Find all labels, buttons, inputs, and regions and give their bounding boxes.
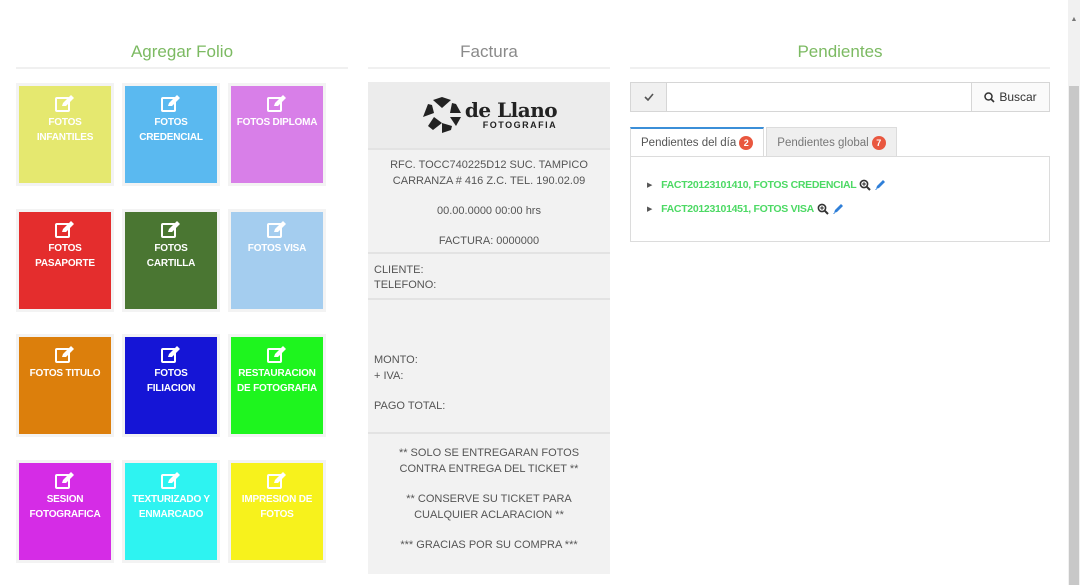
company-logo: de Llano FOTOGRAFIA xyxy=(421,96,558,134)
folio-tile[interactable]: FOTOS DIPLOMA xyxy=(228,83,326,186)
title-divider xyxy=(16,67,348,69)
notice-thanks: *** GRACIAS POR SU COMPRA *** xyxy=(400,539,578,551)
edit-icon xyxy=(161,472,180,489)
tile-label: FOTOS INFANTILES xyxy=(36,117,94,143)
pending-item-link[interactable]: FACT20123101451, FOTOS VISA xyxy=(661,203,814,215)
factura-number: FACTURA: 0000000 xyxy=(438,235,540,247)
folio-tile[interactable]: SESION FOTOGRAFICA xyxy=(16,460,114,563)
tab-label: Pendientes del día xyxy=(641,137,737,149)
folio-tile[interactable]: FOTOS VISA xyxy=(228,209,326,312)
rfc-line-2: CARRANZA # 416 Z.C. TEL. 190.02.09 xyxy=(392,175,586,187)
page-scrollbar[interactable]: ▲ xyxy=(1068,0,1080,585)
cliente-label: CLIENTE: xyxy=(374,264,424,276)
tile-label: FOTOS CREDENCIAL xyxy=(139,117,203,143)
factura-title: Factura xyxy=(460,42,518,61)
receipt-totals-section: MONTO: + IVA: PAGO TOTAL: xyxy=(368,300,610,434)
pencil-icon[interactable] xyxy=(874,179,886,191)
factura-panel: Factura de Llano FOTOGRAFIA RFC. TOCC740… xyxy=(368,0,610,585)
search-bar: Buscar xyxy=(630,82,1050,112)
edit-icon xyxy=(55,472,74,489)
title-divider xyxy=(368,67,610,69)
pending-item: ▶ FACT20123101451, FOTOS VISA xyxy=(647,203,844,215)
zoom-icon[interactable] xyxy=(817,203,829,215)
monto-label: MONTO: xyxy=(374,354,418,366)
tile-label: FOTOS VISA xyxy=(247,243,307,254)
pendientes-tabs: Pendientes del día 2 Pendientes global 7 xyxy=(630,127,1050,157)
edit-icon xyxy=(55,221,74,238)
select-all-checkbox[interactable] xyxy=(631,83,667,111)
tile-label: IMPRESION DE FOTOS xyxy=(241,494,313,520)
check-icon xyxy=(643,93,654,101)
receipt-logo-section: de Llano FOTOGRAFIA xyxy=(368,82,610,150)
receipt-footer-section: ** SOLO SE ENTREGARAN FOTOS CONTRA ENTRE… xyxy=(368,434,610,558)
receipt-client-section: CLIENTE: TELEFONO: xyxy=(368,254,610,300)
pencil-icon[interactable] xyxy=(832,203,844,215)
tile-label: FOTOS FILIACION xyxy=(146,368,196,394)
rfc-line-1: RFC. TOCC740225D12 SUC. TAMPICO xyxy=(390,159,588,171)
search-button[interactable]: Buscar xyxy=(971,83,1049,111)
edit-icon xyxy=(161,221,180,238)
caret-right-icon[interactable]: ▶ xyxy=(647,205,652,213)
agregar-folio-title: Agregar Folio xyxy=(130,42,234,61)
scrollbar-thumb[interactable] xyxy=(1069,86,1079,585)
tab-label: Pendientes global xyxy=(777,136,869,149)
receipt: de Llano FOTOGRAFIA RFC. TOCC740225D12 S… xyxy=(368,82,610,574)
pago-total-label: PAGO TOTAL: xyxy=(374,400,446,412)
count-badge: 7 xyxy=(871,135,886,150)
search-button-label: Buscar xyxy=(999,90,1037,104)
folio-tile[interactable]: RESTAURACION DE FOTOGRAFIA xyxy=(228,334,326,437)
edit-icon xyxy=(267,346,286,363)
edit-icon xyxy=(267,472,286,489)
iva-label: + IVA: xyxy=(374,370,404,382)
edit-icon xyxy=(267,221,286,238)
agregar-folio-panel: Agregar Folio FOTOS INFANTILES FOTOS CRED… xyxy=(16,0,348,585)
tile-label: FOTOS DIPLOMA xyxy=(236,117,318,128)
folio-tile[interactable]: TEXTURIZADO Y ENMARCADO xyxy=(122,460,220,563)
edit-icon xyxy=(267,95,286,112)
edit-icon xyxy=(55,95,74,112)
edit-icon xyxy=(55,346,74,363)
folio-tile[interactable]: FOTOS CARTILLA xyxy=(122,209,220,312)
tab-pendientes-global[interactable]: Pendientes global 7 xyxy=(766,127,897,157)
tile-label: RESTAURACION DE FOTOGRAFIA xyxy=(237,368,317,394)
receipt-info-section: RFC. TOCC740225D12 SUC. TAMPICO CARRANZA… xyxy=(368,150,610,254)
search-input[interactable] xyxy=(667,83,971,111)
aperture-logo-icon xyxy=(422,97,461,133)
edit-icon xyxy=(161,95,180,112)
notice-ticket: ** SOLO SE ENTREGARAN FOTOS CONTRA ENTRE… xyxy=(398,447,580,475)
folio-tile[interactable]: FOTOS INFANTILES xyxy=(16,83,114,186)
tile-label: FOTOS PASAPORTE xyxy=(35,243,95,269)
folio-tile[interactable]: FOTOS PASAPORTE xyxy=(16,209,114,312)
pending-item-link[interactable]: FACT20123101410, FOTOS CREDENCIAL xyxy=(661,179,857,191)
pendientes-title: Pendientes xyxy=(797,42,883,61)
logo-brand-text: de Llano xyxy=(464,98,558,122)
caret-right-icon[interactable]: ▶ xyxy=(647,181,652,189)
edit-icon xyxy=(161,346,180,363)
tile-label: TEXTURIZADO Y ENMARCADO xyxy=(132,494,210,520)
folio-tile[interactable]: FOTOS FILIACION xyxy=(122,334,220,437)
tile-label: SESION FOTOGRAFICA xyxy=(29,494,101,520)
zoom-icon[interactable] xyxy=(859,179,872,191)
pending-item: ▶ FACT20123101410, FOTOS CREDENCIAL xyxy=(647,179,886,191)
pendientes-list: ▶ FACT20123101410, FOTOS CREDENCIAL ▶ FA… xyxy=(630,156,1050,242)
tile-label: FOTOS CARTILLA xyxy=(146,243,196,269)
folio-tile[interactable]: FOTOS CREDENCIAL xyxy=(122,83,220,186)
notice-keep-ticket: ** CONSERVE SU TICKET PARA CUALQUIER ACL… xyxy=(406,493,572,521)
telefono-label: TELEFONO: xyxy=(374,279,437,291)
tile-label: FOTOS TITULO xyxy=(29,368,101,379)
title-divider xyxy=(630,67,1050,69)
scroll-up-arrow-icon[interactable]: ▲ xyxy=(1068,14,1080,26)
folio-tile[interactable]: IMPRESION DE FOTOS xyxy=(228,460,326,563)
pendientes-panel: Pendientes Buscar Pendientes del día 2 P… xyxy=(630,0,1050,585)
receipt-datetime: 00.00.0000 00:00 hrs xyxy=(437,205,541,217)
folio-tile[interactable]: FOTOS TITULO xyxy=(16,334,114,437)
tab-pendientes-dia[interactable]: Pendientes del día 2 xyxy=(630,127,765,157)
search-icon xyxy=(984,91,995,103)
count-badge: 2 xyxy=(739,136,754,150)
